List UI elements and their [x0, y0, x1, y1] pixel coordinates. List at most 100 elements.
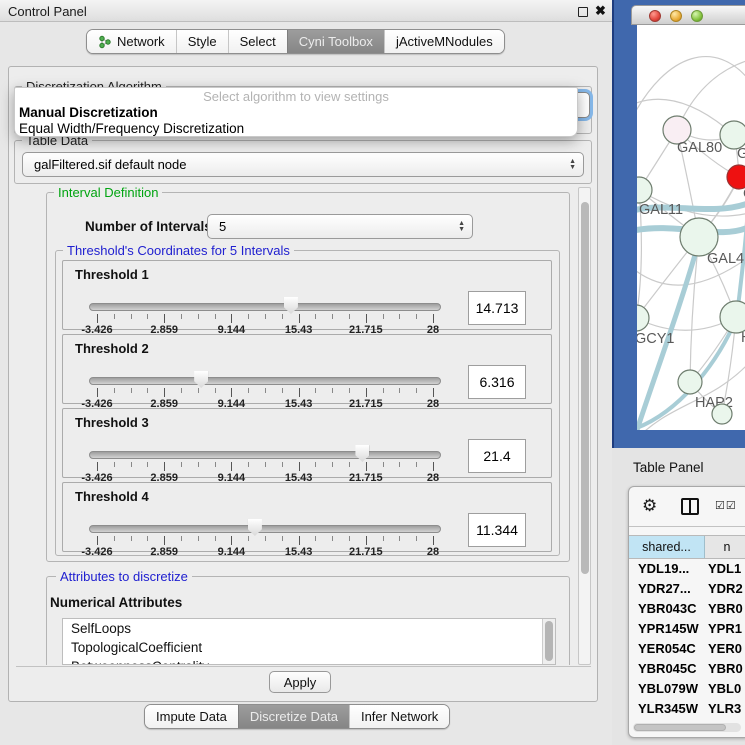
option-manual-discretization[interactable]: Manual Discretization [15, 105, 577, 121]
network-canvas[interactable]: GAL80GCGAL11GAL4GCY1HHAP2 [637, 25, 745, 430]
slider-ticks [97, 462, 433, 471]
slider-thumb[interactable] [194, 371, 208, 388]
threshold-value-field[interactable]: 14.713 [468, 291, 526, 325]
table-header-row: shared... n [629, 535, 745, 559]
algorithm-placeholder-option[interactable]: Select algorithm to view settings [15, 89, 577, 105]
num-intervals-value: 5 [208, 215, 472, 238]
columns-icon[interactable] [681, 498, 699, 515]
threshold-value-field[interactable]: 21.4 [468, 439, 526, 473]
slider-tick-labels: -3.4262.8599.14415.4321.71528 [97, 546, 433, 558]
float-window-icon[interactable] [578, 7, 588, 17]
network-node[interactable] [678, 370, 702, 394]
attributes-scrollbar[interactable] [542, 619, 555, 664]
threshold-slider[interactable]: -3.4262.8599.14415.4321.71528 [89, 373, 441, 407]
gear-icon[interactable]: ⚙ [642, 496, 657, 516]
table-row[interactable]: YDR27...YDR2 [629, 579, 745, 599]
column-header-shared-name[interactable]: shared... [629, 536, 705, 558]
panel-scrollbar-thumb[interactable] [581, 202, 589, 574]
node-label: GAL11 [639, 202, 683, 218]
table-hscrollbar[interactable] [633, 723, 741, 732]
threshold-slider[interactable]: -3.4262.8599.14415.4321.71528 [89, 447, 441, 481]
table-row[interactable]: YBR045CYBR0 [629, 659, 745, 679]
control-panel-title: Control Panel [8, 4, 87, 19]
tab-network[interactable]: Network [87, 30, 176, 53]
panel-scrollbar[interactable] [578, 187, 591, 665]
slider-thumb[interactable] [284, 297, 298, 314]
attribute-item[interactable]: BetweennessCentrality [63, 657, 555, 665]
node-label: GCY1 [637, 331, 675, 347]
num-intervals-combo[interactable]: 5 ▲▼ [207, 214, 473, 239]
tab-cyni-toolbox[interactable]: Cyni Toolbox [287, 30, 384, 53]
tab-impute-data[interactable]: Impute Data [145, 705, 238, 728]
scrollpane-bottom-border [16, 666, 591, 667]
network-canvas-svg: GAL80GCGAL11GAL4GCY1HHAP2 [637, 25, 745, 430]
control-panel-titlebar: Control Panel ✖ [0, 0, 612, 22]
tab-discretize-data[interactable]: Discretize Data [238, 705, 349, 728]
node-label: G [737, 146, 745, 162]
algorithm-dropdown-popup: Select algorithm to view settings Manual… [14, 87, 578, 137]
threshold-list: Threshold 1 -3.4262.8599.14415.4321.7152… [62, 260, 552, 556]
table-panel: Table Panel ⚙ ☑☑ shared... n YDL19...YDL… [612, 448, 745, 745]
screen: Control Panel ✖ Network Style Select Cyn… [0, 0, 745, 745]
numerical-attributes-label: Numerical Attributes [50, 595, 182, 610]
network-node[interactable] [720, 121, 745, 149]
table-row[interactable]: YDL19...YDL1 [629, 559, 745, 579]
threshold-value-field[interactable]: 11.344 [468, 513, 526, 547]
threshold-slider[interactable]: -3.4262.8599.14415.4321.71528 [89, 299, 441, 333]
close-icon[interactable]: ✖ [595, 3, 606, 19]
apply-button[interactable]: Apply [269, 671, 331, 693]
network-node[interactable] [720, 301, 745, 333]
threshold-slider[interactable]: -3.4262.8599.14415.4321.71528 [89, 521, 441, 555]
table-row[interactable]: YER054CYER0 [629, 639, 745, 659]
zoom-traffic-light-icon[interactable] [691, 10, 703, 22]
threshold-panel: Threshold 2 -3.4262.8599.14415.4321.7152… [62, 334, 552, 404]
table-row[interactable]: YLR345WYLR3 [629, 699, 745, 719]
table-row[interactable]: YBL079WYBL0 [629, 679, 745, 699]
slider-thumb[interactable] [355, 445, 369, 462]
table-data-combo[interactable]: galFiltered.sif default node ▲▼ [22, 152, 584, 177]
threshold-panel: Threshold 1 -3.4262.8599.14415.4321.7152… [62, 260, 552, 330]
select-checkboxes-icon[interactable]: ☑☑ [715, 499, 737, 512]
slider-ticks [97, 388, 433, 397]
close-traffic-light-icon[interactable] [649, 10, 661, 22]
table-data-combo-value: galFiltered.sif default node [23, 153, 583, 176]
attribute-item[interactable]: TopologicalCoefficient [63, 638, 555, 657]
stepper-icon: ▲▼ [569, 159, 576, 171]
stepper-icon: ▲▼ [458, 221, 465, 233]
interval-definition-title: Interval Definition [54, 185, 162, 200]
node-label: GAL80 [677, 140, 722, 156]
top-tab-bar: Network Style Select Cyni Toolbox jActiv… [86, 29, 505, 54]
numerical-attributes-listbox[interactable]: SelfLoopsTopologicalCoefficientBetweenne… [62, 618, 556, 665]
num-intervals-label: Number of Intervals [85, 219, 212, 234]
tab-select[interactable]: Select [228, 30, 287, 53]
slider-ticks [97, 314, 433, 323]
column-header-name[interactable]: n [705, 536, 745, 558]
threshold-panel: Threshold 3 -3.4262.8599.14415.4321.7152… [62, 408, 552, 478]
bottom-tab-bar: Impute Data Discretize Data Infer Networ… [144, 704, 450, 729]
table-hscrollbar-thumb[interactable] [634, 724, 726, 731]
threshold-label: Threshold 4 [75, 489, 149, 504]
minimize-traffic-light-icon[interactable] [670, 10, 682, 22]
numerical-attributes-list: SelfLoopsTopologicalCoefficientBetweenne… [63, 619, 555, 665]
node-label: H [741, 330, 745, 346]
node-label: GAL4 [707, 251, 744, 267]
threshold-label: Threshold 3 [75, 415, 149, 430]
table-rows: YDL19...YDL1YDR27...YDR2YBR043CYBR0YPR14… [629, 559, 745, 727]
network-node[interactable] [637, 305, 649, 331]
network-icon [98, 35, 112, 49]
slider-thumb[interactable] [248, 519, 262, 536]
table-panel-title: Table Panel [633, 460, 704, 475]
threshold-panel: Threshold 4 -3.4262.8599.14415.4321.7152… [62, 482, 552, 552]
attribute-item[interactable]: SelfLoops [63, 619, 555, 638]
tab-style[interactable]: Style [176, 30, 228, 53]
attributes-group-title: Attributes to discretize [56, 569, 192, 584]
table-row[interactable]: YBR043CYBR0 [629, 599, 745, 619]
network-node[interactable] [712, 404, 732, 424]
network-window: GAL80GCGAL11GAL4GCY1HHAP2 [612, 0, 745, 448]
tab-infer-network[interactable]: Infer Network [349, 705, 449, 728]
threshold-value-field[interactable]: 6.316 [468, 365, 526, 399]
tab-jactivemnodules[interactable]: jActiveMNodules [384, 30, 504, 53]
table-row[interactable]: YPR145WYPR1 [629, 619, 745, 639]
option-equal-width-frequency[interactable]: Equal Width/Frequency Discretization [15, 121, 577, 137]
tab-network-label: Network [117, 34, 165, 49]
